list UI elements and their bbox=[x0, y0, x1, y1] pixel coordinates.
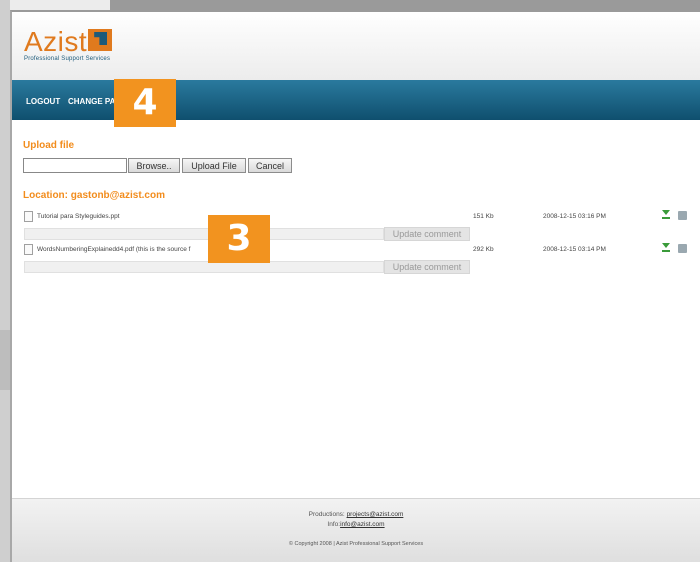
update-comment-button[interactable]: Update comment bbox=[384, 227, 470, 241]
file-size: 151 Kb bbox=[473, 213, 494, 220]
file-date: 2008-12-15 03:14 PM bbox=[543, 246, 606, 253]
update-comment-button[interactable]: Update comment bbox=[384, 260, 470, 274]
upload-file-button[interactable]: Upload File bbox=[182, 158, 246, 173]
footer-productions: Productions: projects@azist.com bbox=[12, 511, 700, 518]
file-date: 2008-12-15 03:16 PM bbox=[543, 213, 606, 220]
callout-badge-3: 3 bbox=[208, 215, 270, 263]
file-name[interactable]: Tutorial para Styleguides.ppt bbox=[37, 213, 120, 220]
file-row: WordsNumberingExplainedd4.pdf (this is t… bbox=[24, 243, 694, 257]
background-left-bar bbox=[0, 0, 10, 562]
copyright-text: © Copyright 2008 | Azist Professional Su… bbox=[288, 541, 424, 547]
logout-link[interactable]: LOGOUT bbox=[26, 97, 60, 106]
comment-input[interactable] bbox=[24, 261, 384, 273]
site-header: Azist Professional Support Services bbox=[12, 12, 700, 81]
azist-logo[interactable]: Azist Professional Support Services bbox=[24, 26, 113, 62]
file-name[interactable]: WordsNumberingExplainedd4.pdf (this is t… bbox=[37, 246, 190, 253]
info-label: Info: bbox=[327, 521, 341, 528]
footer-info: Info:info@azist.com bbox=[12, 521, 700, 528]
browse-button[interactable]: Browse.. bbox=[128, 158, 180, 173]
background-tab-edge bbox=[110, 0, 700, 10]
logo-mark-icon bbox=[88, 29, 113, 51]
logo-text: Azist bbox=[24, 26, 88, 57]
location-heading: Location: gastonb@azist.com bbox=[23, 190, 165, 201]
delete-icon[interactable] bbox=[678, 211, 687, 220]
cancel-button[interactable]: Cancel bbox=[248, 158, 292, 173]
file-size: 292 Kb bbox=[473, 246, 494, 253]
comment-input[interactable] bbox=[24, 228, 384, 240]
document-icon bbox=[24, 211, 33, 222]
file-row: Tutorial para Styleguides.ppt 151 Kb 200… bbox=[24, 210, 694, 224]
document-icon bbox=[24, 244, 33, 255]
productions-email-link[interactable]: projects@azist.com bbox=[347, 511, 404, 518]
download-icon[interactable] bbox=[662, 210, 670, 219]
site-footer: Productions: projects@azist.com Info:inf… bbox=[12, 498, 700, 562]
upload-file-heading: Upload file bbox=[23, 140, 75, 151]
logo-tagline: Professional Support Services bbox=[24, 56, 111, 62]
info-email-link[interactable]: info@azist.com bbox=[340, 521, 385, 528]
file-path-input[interactable] bbox=[23, 158, 127, 173]
delete-icon[interactable] bbox=[678, 244, 687, 253]
download-icon[interactable] bbox=[662, 243, 670, 252]
productions-label: Productions: bbox=[308, 511, 345, 518]
callout-badge-4: 4 bbox=[114, 79, 176, 127]
